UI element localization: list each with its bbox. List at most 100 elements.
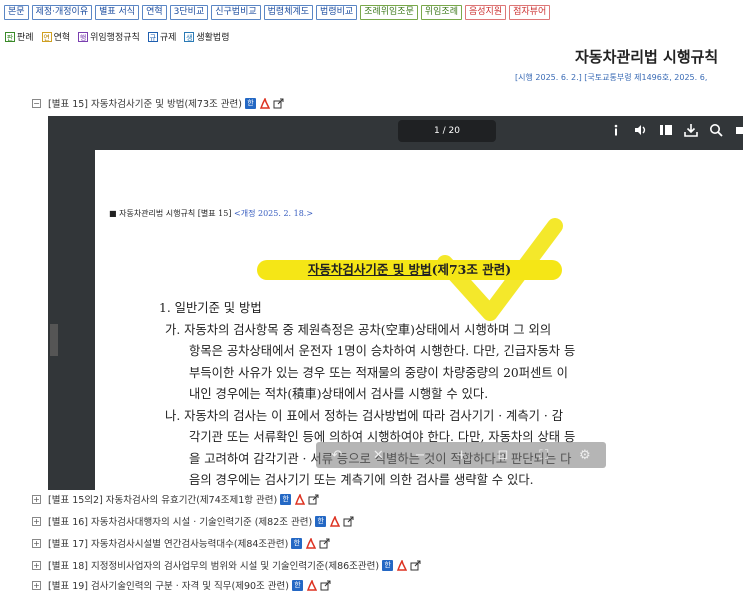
open-new-window-icon[interactable] — [343, 516, 354, 527]
viewer-left-gutter — [48, 146, 95, 490]
btn-three-way-compare[interactable]: 3단비교 — [169, 5, 209, 20]
doc-line: 항목은 공차상태에서 운전자 1명이 승차하여 시행한다. 다만, 긴급자동차 … — [189, 344, 576, 358]
annex-row[interactable]: + [별표 18] 지정정비사업자의 검사업무의 범위와 시설 및 기술인력기준… — [32, 558, 421, 572]
annex-title[interactable]: [별표 15의2] 자동차검사의 유효기간(제74조제1항 관련) — [48, 492, 277, 506]
regulation-icon: 규 — [147, 31, 158, 42]
annex-title[interactable]: [별표 16] 자동차검사대행자의 시설 · 기술인력기준 (제82조 관련) — [48, 514, 312, 528]
open-new-window-icon[interactable] — [320, 580, 331, 591]
annex-row[interactable]: + [별표 15의2] 자동차검사의 유효기간(제74조제1항 관련) 한 — [32, 492, 319, 506]
legend-label: 위임행정규칙 — [90, 33, 140, 43]
zoom-in-icon[interactable]: + — [456, 448, 467, 463]
expand-icon[interactable]: + — [32, 538, 41, 548]
btn-history[interactable]: 연혁 — [142, 5, 167, 20]
legend-life-law: 생 생활법령 — [184, 30, 230, 43]
btn-delegated-ordinance[interactable]: 위임조례 — [420, 5, 462, 20]
history-icon: 연 — [41, 31, 52, 42]
open-new-window-icon[interactable] — [273, 98, 284, 109]
btn-ordinance-delegation[interactable]: 조례위임조문 — [360, 5, 418, 20]
annex-title[interactable]: [별표 17] 자동차검사시설별 연간검사능력대수(제84조관련) — [48, 536, 288, 550]
doc-title: 자동차검사기준 및 방법(제73조 관련) — [257, 260, 562, 280]
annex-row[interactable]: + [별표 16] 자동차검사대행자의 시설 · 기술인력기준 (제82조 관련… — [32, 514, 354, 528]
open-new-window-icon[interactable] — [319, 538, 330, 549]
section-heading: 1. 일반기준 및 방법 — [159, 301, 262, 315]
annex-row[interactable]: + [별표 19] 검사기술인력의 구분 · 자격 및 직무(제90조 관련) … — [32, 578, 331, 592]
law-title: 자동차관리법 시행규칙 — [575, 48, 719, 66]
btn-old-new-compare[interactable]: 신구법비교 — [211, 5, 261, 20]
btn-revision-reason[interactable]: 제정·개정이유 — [31, 5, 93, 20]
floating-zoom-controls: ↶ ✕ − + ⊡ ⛶ ⚙ — [316, 442, 606, 468]
zoom-out-icon[interactable]: − — [414, 448, 425, 463]
pdf-download-icon[interactable] — [306, 578, 318, 591]
doc-line: 내인 경우에는 적차(積車)상태에서 검사를 시행할 수 있다. — [189, 387, 489, 401]
hwp-download-icon[interactable]: 한 — [291, 579, 303, 591]
pdf-download-icon[interactable] — [305, 536, 317, 549]
btn-main-text[interactable]: 본문 — [4, 5, 29, 20]
legend-history: 연 연혁 — [41, 30, 71, 43]
pdf-download-icon[interactable] — [329, 514, 341, 527]
pdf-viewer[interactable]: 1 / 20 ■ 자동차관리법 시행규칙 [별표 15] <개정 2025. 2… — [48, 116, 743, 490]
life-law-icon: 생 — [184, 31, 195, 42]
doc-header-text: ■ 자동차관리법 시행규칙 [별표 15] — [109, 209, 232, 218]
legend-label: 판례 — [17, 33, 34, 43]
viewer-toolbar: 1 / 20 — [48, 116, 743, 146]
settings-icon[interactable]: ⚙ — [579, 448, 591, 463]
annex-title[interactable]: [별표 19] 검사기술인력의 구분 · 자격 및 직무(제90조 관련) — [48, 578, 289, 592]
annex-title[interactable]: [별표 18] 지정정비사업자의 검사업무의 범위와 시설 및 기술인력기준(제… — [48, 558, 379, 572]
pdf-download-icon[interactable] — [396, 558, 408, 571]
legend-admin-rule: 행 위임행정규칙 — [78, 30, 140, 43]
back-icon[interactable]: ↶ — [331, 448, 342, 463]
pdf-page: ■ 자동차관리법 시행규칙 [별표 15] <개정 2025. 2. 18.> … — [95, 150, 743, 490]
download-icon[interactable] — [683, 122, 699, 138]
close-icon[interactable]: ✕ — [373, 448, 384, 463]
btn-annex-form[interactable]: 별표 서식 — [95, 5, 140, 20]
pdf-download-icon[interactable] — [259, 96, 271, 109]
btn-braille-viewer[interactable]: 점자뷰어 — [509, 5, 551, 20]
legend-regulation: 규 규제 — [147, 30, 177, 43]
doc-line: 가. 자동차의 검사항목 중 제원측정은 공차(空車)상태에서 시행하며 그 외… — [165, 322, 552, 337]
hwp-download-icon[interactable]: 한 — [280, 493, 292, 505]
btn-law-compare[interactable]: 법령비교 — [316, 5, 358, 20]
expand-icon[interactable]: + — [32, 494, 41, 504]
expand-icon[interactable]: + — [32, 516, 41, 526]
open-new-window-icon[interactable] — [410, 560, 421, 571]
doc-title-main: 자동차검사기준 및 방법 — [307, 262, 432, 277]
hwp-download-icon[interactable]: 한 — [291, 537, 303, 549]
fullscreen-icon[interactable]: ⛶ — [539, 448, 548, 463]
btn-voice-support[interactable]: 음성지원 — [464, 5, 507, 20]
doc-title-suffix: (제73조 관련) — [431, 262, 512, 277]
page-indicator[interactable]: 1 / 20 — [398, 120, 496, 142]
expand-icon[interactable]: + — [32, 580, 41, 590]
doc-header: ■ 자동차관리법 시행규칙 [별표 15] <개정 2025. 2. 18.> — [109, 208, 313, 219]
btn-law-hierarchy[interactable]: 법령체계도 — [263, 5, 314, 20]
resize-grip[interactable] — [50, 324, 58, 356]
legend-label: 생활법령 — [196, 33, 230, 43]
hwp-download-icon[interactable]: 한 — [315, 515, 327, 527]
annex-row-15[interactable]: − [별표 15] 자동차검사기준 및 방법(제73조 관련) 한 — [32, 96, 284, 110]
legend-precedent: 판 판례 — [5, 30, 34, 43]
hwp-download-icon[interactable]: 한 — [244, 97, 256, 109]
annex-row[interactable]: + [별표 17] 자동차검사시설별 연간검사능력대수(제84조관련) 한 — [32, 536, 330, 550]
doc-line: 부득이한 사유가 있는 경우 또는 적재물의 중량이 차량중량의 20퍼센트 이 — [189, 365, 568, 380]
pdf-download-icon[interactable] — [294, 492, 306, 505]
open-new-window-icon[interactable] — [308, 494, 319, 505]
legend-label: 규제 — [159, 33, 177, 43]
info-icon[interactable] — [608, 122, 624, 138]
doc-line: 나. 자동차의 검사는 이 표에서 정하는 검사방법에 따라 검사기기 · 계측… — [165, 408, 564, 423]
legend-label: 연혁 — [53, 33, 71, 43]
speaker-icon[interactable] — [633, 122, 649, 138]
action-toolbar: 본문 제정·개정이유 별표 서식 연혁 3단비교 신구법비교 법령체계도 법령비… — [4, 5, 551, 20]
print-icon[interactable] — [733, 122, 743, 138]
admin-rule-icon: 행 — [78, 31, 89, 42]
precedent-icon: 판 — [5, 31, 15, 42]
annex-title[interactable]: [별표 15] 자동차검사기준 및 방법(제73조 관련) — [48, 96, 242, 110]
collapse-icon[interactable]: − — [32, 98, 41, 108]
expand-icon[interactable]: + — [32, 560, 41, 570]
doc-revision: <개정 2025. 2. 18.> — [234, 209, 314, 218]
sidebar-toggle-icon[interactable] — [658, 122, 674, 138]
legend-bar: 판 판례 연 연혁 행 위임행정규칙 규 규제 생 생활법령 — [5, 30, 230, 43]
fit-page-icon[interactable]: ⊡ — [498, 448, 509, 463]
doc-line: 음의 경우에는 검사기기 또는 계측기에 의한 검사를 생략할 수 있다. — [189, 473, 534, 487]
law-enforcement-info: [시행 2025. 6. 2.] [국토교통부령 제1496호, 2025. 6… — [515, 73, 708, 82]
hwp-download-icon[interactable]: 한 — [382, 559, 394, 571]
search-icon[interactable] — [708, 122, 724, 138]
